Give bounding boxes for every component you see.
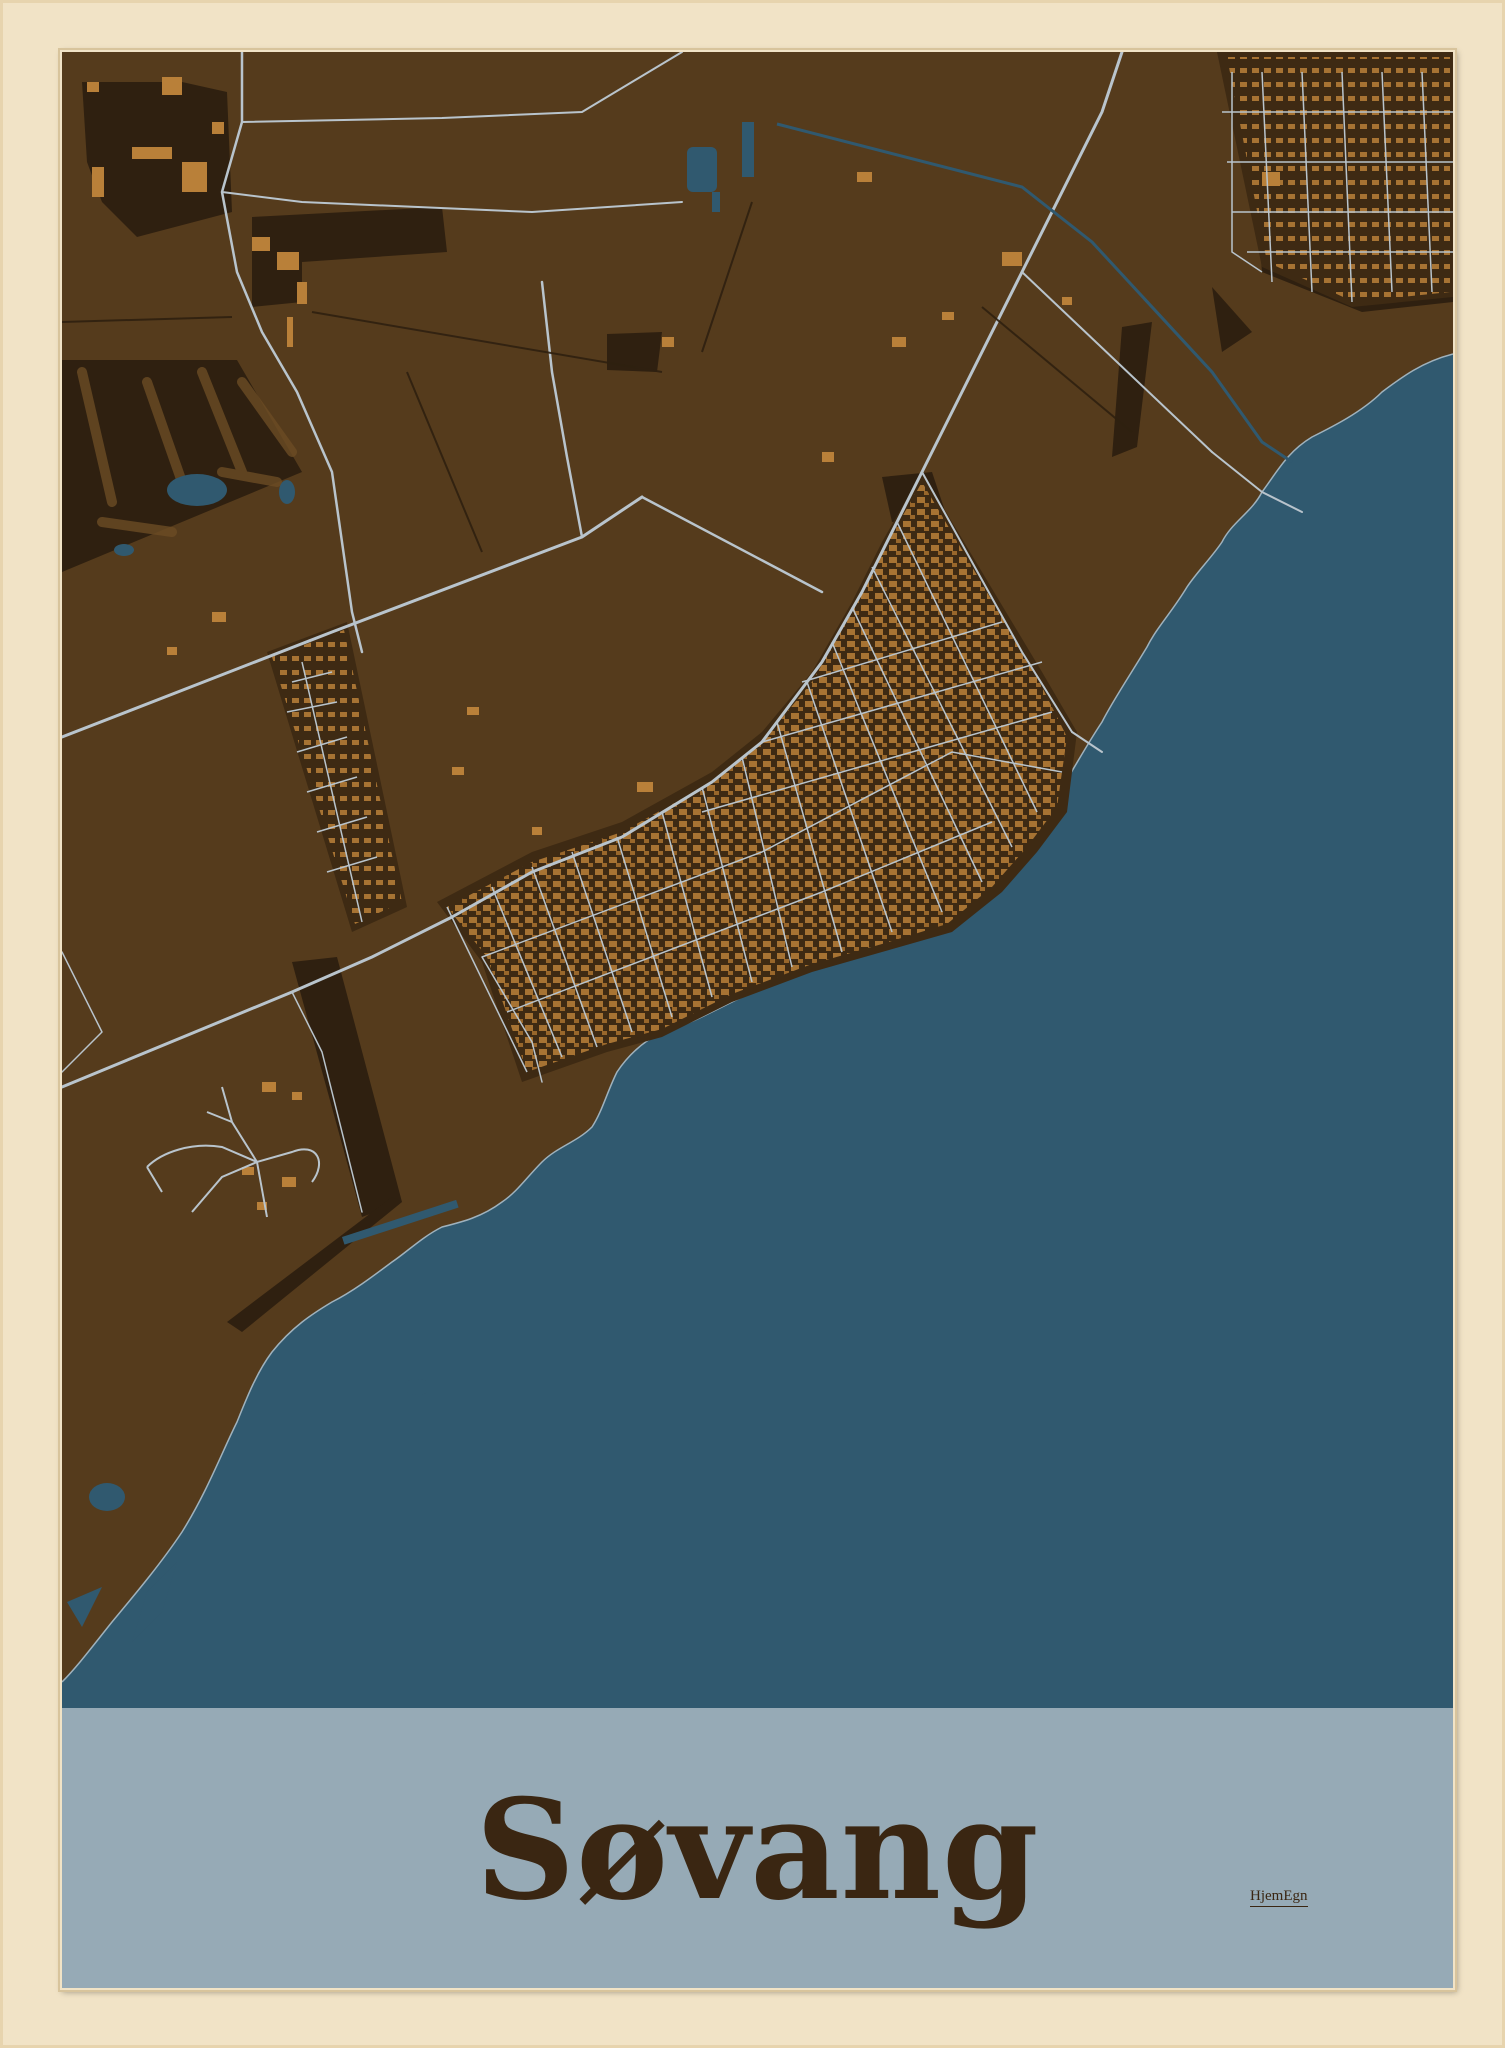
brand-logo: HjemEgn	[1250, 1888, 1308, 1907]
map-poster: Søvang HjemEgn	[62, 52, 1453, 1988]
title-panel: Søvang HjemEgn	[62, 1708, 1453, 1988]
street-map	[62, 52, 1453, 1708]
city-title: Søvang	[475, 1768, 1040, 1931]
